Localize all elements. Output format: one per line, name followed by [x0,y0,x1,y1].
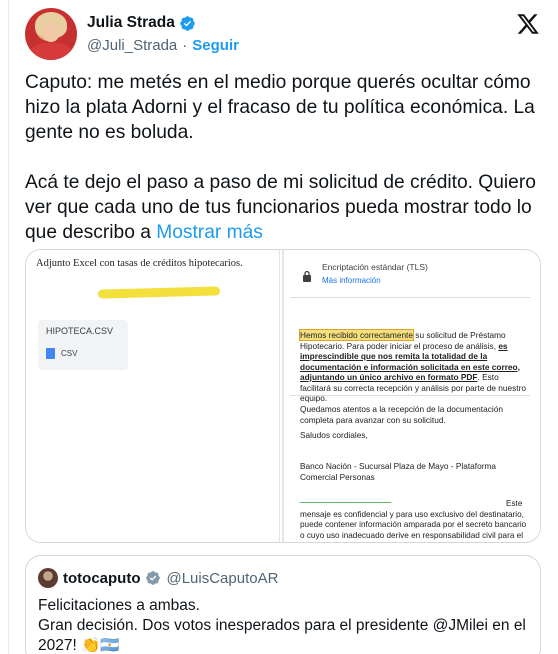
highlighted-text: Hemos recibido correctamente [299,329,414,341]
show-more-link[interactable]: Mostrar más [156,222,263,243]
email-waiting: Quedamos atentos a la recepción de la do… [300,404,503,425]
attachment-type-row: CSV [46,348,120,359]
quoted-tweet-header: totocaputo @LuisCaputoAR [38,568,528,588]
encryption-row: Encriptación estándar (TLS) Más informac… [302,262,428,285]
attachment-type: CSV [61,349,78,358]
file-icon [46,348,55,359]
divider [290,297,530,298]
tweet-header: Julia Strada @Juli_Strada · Seguir [25,8,546,64]
verified-badge-icon [180,15,195,31]
email-body: Hemos recibido correctamente su solicitu… [299,329,528,404]
media-image-right[interactable]: Encriptación estándar (TLS) Más informac… [280,250,540,542]
lock-icon [303,270,311,282]
author-name-row: Julia Strada [87,14,196,32]
quoted-tweet[interactable]: totocaputo @LuisCaputoAR Felicitaciones … [25,555,541,654]
verified-badge-icon [146,571,161,585]
attachment-name: HIPOTECA.CSV [46,326,114,336]
quoted-author-avatar [38,568,58,588]
page-edge [282,250,284,542]
more-info-link: Más información [322,276,381,285]
email-greeting: Saludos cordiales, [300,430,368,440]
divider [290,395,530,396]
follow-button[interactable]: Seguir [192,37,239,54]
separator-dot: · [182,37,188,54]
encryption-title: Encriptación estándar (TLS) [322,262,428,272]
tweet-card: Julia Strada @Juli_Strada · Seguir Caput… [8,0,558,654]
quoted-line-2: Gran decisión. Dos votos inesperados par… [38,617,526,654]
media-image-left[interactable]: Adjunto Excel con tasas de créditos hipo… [26,250,280,542]
email-attachment-note: Adjunto Excel con tasas de créditos hipo… [36,258,243,269]
author-handle[interactable]: @Juli_Strada [87,37,177,54]
email-disclaimer: Este mensaje es confidencial y para uso … [300,499,527,542]
yellow-highlight-mark [97,286,221,299]
tweet-text: Caputo: me metés en el medio porque quer… [25,70,545,245]
attachment-card: HIPOTECA.CSV CSV [38,320,128,370]
email-signature: Banco Nación - Sucursal Plaza de Mayo - … [300,461,496,482]
author-avatar[interactable] [25,8,77,60]
tweet-paragraph-2: Acá te dejo el paso a paso de mi solicit… [25,170,545,245]
quoted-tweet-text: Felicitaciones a ambas. Gran decisión. D… [38,596,528,654]
x-logo-icon[interactable] [516,12,540,36]
media-container[interactable]: Adjunto Excel con tasas de créditos hipo… [25,249,541,543]
tweet-paragraph-2-text: Acá te dejo el paso a paso de mi solicit… [25,172,536,243]
quoted-line-1: Felicitaciones a ambas. [38,597,200,614]
quoted-author-handle: @LuisCaputoAR [166,569,279,587]
author-display-name[interactable]: Julia Strada [87,14,175,32]
quoted-author-name: totocaputo [63,569,141,587]
tweet-paragraph-1: Caputo: me metés en el medio porque quer… [25,72,535,143]
author-handle-row: @Juli_Strada · Seguir [87,37,239,54]
